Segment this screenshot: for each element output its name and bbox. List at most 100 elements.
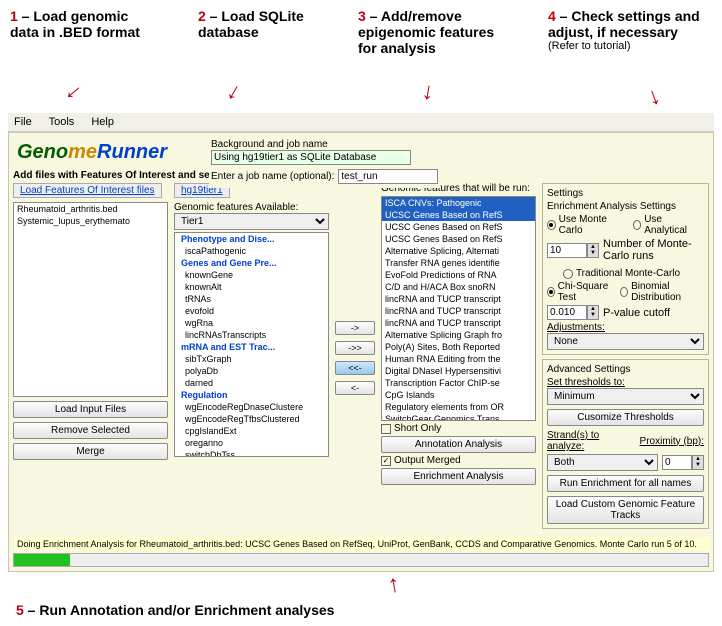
list-item[interactable]: Alternative Splicing Graph fro bbox=[382, 329, 535, 341]
load-foi-link[interactable]: Load Features Of Interest files bbox=[13, 183, 162, 198]
adjustments-select[interactable]: None bbox=[547, 333, 704, 350]
list-item[interactable]: wgEncodeRegDnaseClustere bbox=[175, 401, 328, 413]
run-enrichment-all-button[interactable]: Run Enrichment for all names bbox=[547, 475, 704, 492]
add-all-button[interactable]: ->> bbox=[335, 341, 375, 355]
run-features-listbox[interactable]: ISCA CNVs: Pathogenic UCSC Genes Based o… bbox=[381, 196, 536, 421]
proximity-spinner[interactable]: ▲▼ bbox=[662, 455, 704, 470]
output-merged-checkbox[interactable]: Output Merged bbox=[381, 455, 461, 466]
foi-listbox[interactable]: Rheumatoid_arthritis.bed Systemic_lupus_… bbox=[13, 202, 168, 397]
settings-title: Settings bbox=[547, 188, 704, 199]
pvalue-spinner[interactable]: ▲▼ bbox=[547, 305, 599, 320]
mc-runs-label: Number of Monte-Carlo runs bbox=[603, 238, 704, 262]
list-item[interactable]: Transfer RNA genes identifie bbox=[382, 257, 535, 269]
features-of-interest-panel: Load Features Of Interest files Rheumato… bbox=[13, 183, 168, 533]
arrow-5: ↓ bbox=[386, 571, 403, 601]
enrichment-analysis-button[interactable]: Enrichment Analysis bbox=[381, 468, 536, 485]
load-custom-tracks-button[interactable]: Load Custom Genomic Feature Tracks bbox=[547, 496, 704, 524]
list-item[interactable]: polyaDb bbox=[175, 365, 328, 377]
arrow-3: ↓ bbox=[420, 77, 437, 107]
status-bar: Doing Enrichment Analysis for Rheumatoid… bbox=[13, 537, 709, 551]
list-item[interactable]: knownAlt bbox=[175, 281, 328, 293]
menu-tools[interactable]: Tools bbox=[49, 116, 75, 128]
remove-one-button[interactable]: <- bbox=[335, 381, 375, 395]
tier-select[interactable]: Tier1 bbox=[174, 213, 329, 230]
list-item[interactable]: UCSC Genes Based on RefS bbox=[382, 233, 535, 245]
genomic-features-run-panel: Genomic features that will be run: ISCA … bbox=[381, 183, 536, 533]
list-item[interactable]: knownGene bbox=[175, 269, 328, 281]
job-name-input[interactable] bbox=[338, 169, 438, 184]
list-item[interactable]: darned bbox=[175, 377, 328, 389]
list-item[interactable]: Transcription Factor ChIP-se bbox=[382, 377, 535, 389]
advanced-settings-title: Advanced Settings bbox=[547, 364, 704, 375]
list-item[interactable]: wgEncodeRegTfbsClustered bbox=[175, 413, 328, 425]
customize-thresholds-button[interactable]: Cusomize Thresholds bbox=[547, 409, 704, 426]
strand-select[interactable]: Both bbox=[547, 454, 658, 471]
list-item[interactable]: sibTxGraph bbox=[175, 353, 328, 365]
category-header[interactable]: Regulation bbox=[175, 389, 328, 401]
mc-runs-spinner[interactable]: ▲▼ bbox=[547, 243, 599, 258]
list-item[interactable]: wgRna bbox=[175, 317, 328, 329]
available-features-listbox[interactable]: Phenotype and Dise... iscaPathogenic Gen… bbox=[174, 232, 329, 457]
list-item[interactable]: C/D and H/ACA Box snoRN bbox=[382, 281, 535, 293]
traditional-mc-radio[interactable]: Traditional Monte-Carlo bbox=[563, 268, 680, 279]
list-item[interactable]: cpgIslandExt bbox=[175, 425, 328, 437]
background-job-panel: Background and job name Enter a job name… bbox=[209, 137, 440, 188]
category-header[interactable]: Genes and Gene Pre... bbox=[175, 257, 328, 269]
list-item[interactable]: Rheumatoid_arthritis.bed bbox=[14, 203, 167, 215]
annotation-analysis-button[interactable]: Annotation Analysis bbox=[381, 436, 536, 453]
strand-label: Strand(s) to analyze: bbox=[547, 430, 636, 452]
list-item[interactable]: Human RNA Editing from the bbox=[382, 353, 535, 365]
database-field[interactable] bbox=[211, 150, 411, 165]
list-item[interactable]: evofold bbox=[175, 305, 328, 317]
list-item[interactable]: ISCA CNVs: Pathogenic bbox=[382, 197, 535, 209]
category-header[interactable]: mRNA and EST Trac... bbox=[175, 341, 328, 353]
list-item[interactable]: Digital DNaseI Hypersensitivi bbox=[382, 365, 535, 377]
use-analytical-radio[interactable]: Use Analytical bbox=[633, 214, 696, 236]
list-item[interactable]: Poly(A) Sites, Both Reported bbox=[382, 341, 535, 353]
list-item[interactable]: iscaPathogenic bbox=[175, 245, 328, 257]
binomial-radio[interactable]: Binomial Distribution bbox=[620, 281, 696, 303]
list-item[interactable]: switchDbTss bbox=[175, 449, 328, 457]
arrow-1: ↓ bbox=[59, 78, 88, 105]
adjustments-label: Adjustments: bbox=[547, 322, 704, 333]
proximity-label: Proximity (bp): bbox=[640, 436, 704, 447]
list-item[interactable]: lincRNA and TUCP transcript bbox=[382, 317, 535, 329]
list-item[interactable]: SwitchGear Genomics Trans bbox=[382, 413, 535, 421]
list-item[interactable]: lincRNAsTranscripts bbox=[175, 329, 328, 341]
use-monte-carlo-radio[interactable]: Use Monte Carlo bbox=[547, 214, 621, 236]
list-item[interactable]: Alternative Splicing, Alternati bbox=[382, 245, 535, 257]
short-only-checkbox[interactable]: Short Only bbox=[381, 423, 441, 434]
annotation-5-area: ↓ 5 – Run Annotation and/or Enrichment a… bbox=[8, 602, 714, 618]
annotation-2: 2 – Load SQLite database bbox=[198, 8, 328, 40]
job-name-label: Enter a job name (optional): bbox=[211, 171, 334, 182]
list-item[interactable]: UCSC Genes Based on RefS bbox=[382, 221, 535, 233]
list-item[interactable]: Systemic_lupus_erythemato bbox=[14, 215, 167, 227]
transfer-buttons-panel: -> ->> <<- <- bbox=[335, 183, 375, 533]
bgjob-title: Background and job name bbox=[211, 139, 438, 150]
remove-selected-button[interactable]: Remove Selected bbox=[13, 422, 168, 439]
available-label: Genomic features Available: bbox=[174, 202, 329, 213]
menu-help[interactable]: Help bbox=[91, 116, 114, 128]
list-item[interactable]: CpG Islands bbox=[382, 389, 535, 401]
list-item[interactable]: EvoFold Predictions of RNA bbox=[382, 269, 535, 281]
thresholds-select[interactable]: Minimum bbox=[547, 388, 704, 405]
thresholds-label: Set thresholds to: bbox=[547, 377, 704, 388]
list-item[interactable]: oreganno bbox=[175, 437, 328, 449]
list-item[interactable]: tRNAs bbox=[175, 293, 328, 305]
list-item[interactable]: lincRNA and TUCP transcript bbox=[382, 293, 535, 305]
list-item[interactable]: Regulatory elements from OR bbox=[382, 401, 535, 413]
annotation-overlay: 1 – Load genomic data in .BED format 2 –… bbox=[8, 8, 714, 113]
remove-all-button[interactable]: <<- bbox=[335, 361, 375, 375]
add-one-button[interactable]: -> bbox=[335, 321, 375, 335]
load-input-files-button[interactable]: Load Input Files bbox=[13, 401, 168, 418]
pvalue-label: P-value cutoff bbox=[603, 307, 670, 319]
arrow-2: ↓ bbox=[222, 77, 246, 107]
chi-square-radio[interactable]: Chi-Square Test bbox=[547, 281, 608, 303]
annotation-3: 3 – Add/remove epigenomic features for a… bbox=[358, 8, 508, 56]
list-item[interactable]: lincRNA and TUCP transcript bbox=[382, 305, 535, 317]
genomic-features-available-panel: hg19tier1 Genomic features Available: Ti… bbox=[174, 183, 329, 533]
menu-file[interactable]: File bbox=[14, 116, 32, 128]
merge-button[interactable]: Merge bbox=[13, 443, 168, 460]
category-header[interactable]: Phenotype and Dise... bbox=[175, 233, 328, 245]
list-item[interactable]: UCSC Genes Based on RefS bbox=[382, 209, 535, 221]
